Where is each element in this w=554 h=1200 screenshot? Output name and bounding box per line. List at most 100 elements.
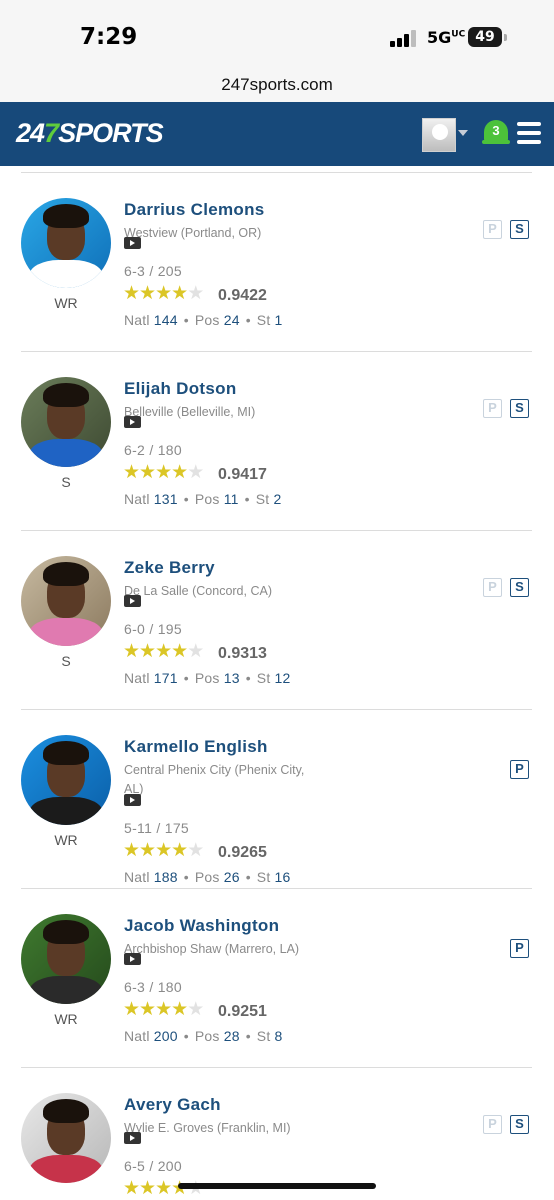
url-text[interactable]: 247sports.com <box>0 70 554 100</box>
cellular-signal-icon <box>390 29 420 47</box>
state-rank[interactable]: 1 <box>275 312 283 328</box>
state-rank[interactable]: 16 <box>275 869 291 885</box>
stats-badge[interactable]: S <box>510 220 529 239</box>
natl-rank[interactable]: 188 <box>154 869 178 885</box>
video-icon[interactable] <box>124 416 141 428</box>
home-indicator[interactable] <box>178 1183 376 1189</box>
player-ranks: Natl 200 • Pos 28 • St 8 <box>124 1028 283 1044</box>
player-ranks: Natl 188 • Pos 26 • St 16 <box>124 869 291 885</box>
player-row[interactable]: WR Karmello English Central Phenix City … <box>0 710 554 889</box>
player-school: Westview (Portland, OR) <box>124 226 262 240</box>
player-rating: 0.9422 <box>218 287 267 304</box>
battery-icon: 49 <box>468 27 507 47</box>
natl-rank[interactable]: 171 <box>154 670 178 686</box>
position-rank[interactable]: 13 <box>224 670 240 686</box>
user-menu-button[interactable] <box>422 118 468 152</box>
premium-badge[interactable]: P <box>510 760 529 779</box>
stats-badge[interactable]: S <box>510 399 529 418</box>
caret-down-icon <box>458 130 468 136</box>
player-name[interactable]: Elijah Dotson <box>124 379 237 399</box>
player-photo[interactable] <box>21 914 111 1004</box>
notification-count: 3 <box>492 123 500 138</box>
star-icon: ★ <box>171 283 188 304</box>
player-measurements: 6-3 / 180 <box>124 979 182 995</box>
premium-badge[interactable]: P <box>483 220 502 239</box>
player-photo[interactable] <box>21 735 111 825</box>
star-icon: ★ <box>123 1178 140 1199</box>
player-measurements: 5-11 / 175 <box>124 820 190 836</box>
position-rank[interactable]: 24 <box>224 312 240 328</box>
star-icon: ★ <box>171 999 188 1020</box>
stats-badge[interactable]: S <box>510 578 529 597</box>
player-measurements: 6-3 / 205 <box>124 263 182 279</box>
player-name[interactable]: Avery Gach <box>124 1095 221 1115</box>
premium-badge[interactable]: P <box>510 939 529 958</box>
user-avatar-icon <box>422 118 456 152</box>
position-rank[interactable]: 26 <box>224 869 240 885</box>
star-icon: ★ <box>187 840 204 861</box>
star-icon: ★ <box>187 641 204 662</box>
player-photo[interactable] <box>21 1093 111 1183</box>
natl-rank[interactable]: 131 <box>154 491 178 507</box>
video-icon[interactable] <box>124 237 141 249</box>
player-position: S <box>61 474 71 490</box>
position-rank[interactable]: 11 <box>224 491 239 507</box>
status-bar: 7:29 5GUC 49 <box>0 0 554 70</box>
player-row[interactable]: S Elijah Dotson Belleville (Belleville, … <box>0 352 554 531</box>
premium-badge[interactable]: P <box>483 1115 502 1134</box>
natl-rank[interactable]: 200 <box>154 1028 178 1044</box>
player-photo[interactable] <box>21 198 111 288</box>
natl-rank[interactable]: 144 <box>154 312 178 328</box>
player-row[interactable]: WR Darrius Clemons Westview (Portland, O… <box>0 173 554 352</box>
player-photo[interactable] <box>21 377 111 467</box>
star-icon: ★ <box>139 283 156 304</box>
star-icon: ★ <box>155 283 172 304</box>
state-rank[interactable]: 12 <box>275 670 291 686</box>
player-measurements: 6-2 / 180 <box>124 442 182 458</box>
premium-badge[interactable]: P <box>483 399 502 418</box>
video-icon[interactable] <box>124 794 141 806</box>
star-icon: ★ <box>139 999 156 1020</box>
star-icon: ★ <box>123 840 140 861</box>
state-rank[interactable]: 8 <box>275 1028 283 1044</box>
star-icon: ★ <box>123 283 140 304</box>
star-icon: ★ <box>171 641 188 662</box>
star-icon: ★ <box>139 641 156 662</box>
star-icon: ★ <box>123 999 140 1020</box>
player-row[interactable]: S Zeke Berry De La Salle (Concord, CA) 6… <box>0 531 554 710</box>
address-bar[interactable]: 247sports.com <box>0 70 554 102</box>
player-row[interactable]: WR Jacob Washington Archbishop Shaw (Mar… <box>0 889 554 1068</box>
player-school: De La Salle (Concord, CA) <box>124 584 272 598</box>
player-name[interactable]: Karmello English <box>124 737 268 757</box>
stats-badge[interactable]: S <box>510 1115 529 1134</box>
notifications-button[interactable]: 3 <box>482 118 510 148</box>
star-rating: ★★★★★ <box>123 640 204 663</box>
video-icon[interactable] <box>124 953 141 965</box>
video-icon[interactable] <box>124 595 141 607</box>
video-icon[interactable] <box>124 1132 141 1144</box>
position-rank[interactable]: 28 <box>224 1028 240 1044</box>
player-photo[interactable] <box>21 556 111 646</box>
player-rating: 0.9313 <box>218 645 267 662</box>
star-icon: ★ <box>123 641 140 662</box>
player-row[interactable]: Avery Gach Wylie E. Groves (Franklin, MI… <box>0 1068 554 1200</box>
player-name[interactable]: Zeke Berry <box>124 558 215 578</box>
player-ranks: Natl 144 • Pos 24 • St 1 <box>124 312 283 328</box>
star-rating: ★★★★★ <box>123 839 204 862</box>
site-logo[interactable]: 247SPORTS <box>16 118 164 149</box>
player-position: WR <box>54 1011 78 1027</box>
star-icon: ★ <box>171 840 188 861</box>
player-school: Wylie E. Groves (Franklin, MI) <box>124 1121 291 1135</box>
star-icon: ★ <box>171 462 188 483</box>
hamburger-menu-icon[interactable] <box>517 122 541 144</box>
star-icon: ★ <box>187 283 204 304</box>
player-rating: 0.9265 <box>218 844 267 861</box>
player-measurements: 6-0 / 195 <box>124 621 182 637</box>
player-name[interactable]: Darrius Clemons <box>124 200 265 220</box>
star-icon: ★ <box>123 462 140 483</box>
star-rating: ★★★★★ <box>123 998 204 1021</box>
player-school: Archbishop Shaw (Marrero, LA) <box>124 942 300 956</box>
player-name[interactable]: Jacob Washington <box>124 916 279 936</box>
premium-badge[interactable]: P <box>483 578 502 597</box>
state-rank[interactable]: 2 <box>273 491 281 507</box>
